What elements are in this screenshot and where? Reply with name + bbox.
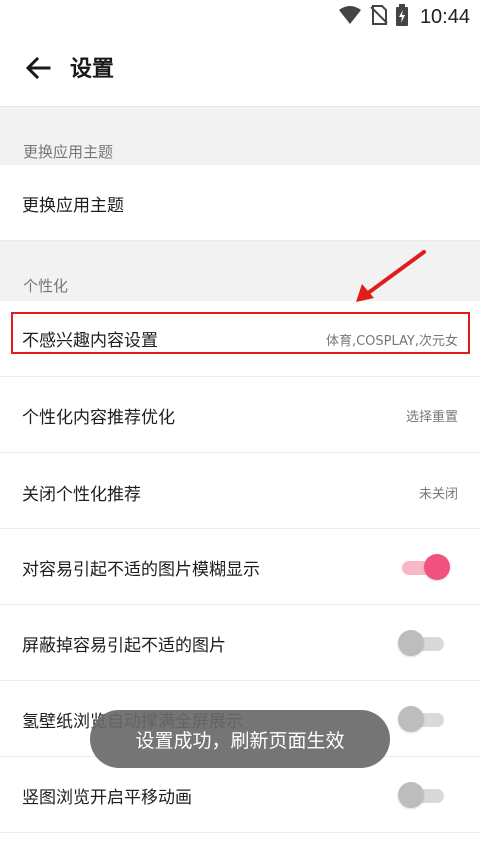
wifi-icon [338, 5, 362, 29]
section-header-theme: 更换应用主题 [0, 107, 480, 165]
row-label: 更换应用主题 [22, 196, 124, 216]
row-value: 未关闭 [418, 487, 458, 502]
row-label: 关闭个性化推荐 [22, 485, 141, 505]
section-header-label: 个性化 [23, 277, 69, 295]
app-bar: 设置 [0, 34, 480, 107]
row-label: 竖图浏览开启平移动画 [22, 788, 192, 808]
section-header-personalization: 个性化 [0, 241, 480, 301]
section-header-label: 更换应用主题 [23, 143, 114, 161]
row-value: 选择重置 [405, 410, 458, 425]
settings-row-close-personalization[interactable]: 关闭个性化推荐 未关闭 [0, 453, 480, 529]
status-time: 10:44 [419, 5, 470, 28]
settings-row-recommend-optimize[interactable]: 个性化内容推荐优化 选择重置 [0, 377, 480, 453]
row-label: 个性化内容推荐优化 [22, 408, 175, 428]
row-value: 体育,COSPLAY,次元女 [325, 334, 458, 349]
settings-row-blur-images[interactable]: 对容易引起不适的图片模糊显示 [0, 529, 480, 605]
status-icons: 10:44 [338, 4, 470, 30]
settings-row-partial [0, 833, 480, 853]
fullscreen-toggle[interactable] [398, 706, 444, 732]
settings-row-theme[interactable]: 更换应用主题 [0, 165, 480, 241]
row-label: 不感兴趣内容设置 [22, 331, 158, 351]
no-sim-icon [370, 5, 388, 29]
page-title: 设置 [70, 57, 115, 82]
hide-images-toggle[interactable] [398, 630, 444, 656]
battery-charging-icon [395, 4, 408, 30]
row-label: 屏蔽掉容易引起不适的图片 [22, 636, 226, 656]
row-label: 对容易引起不适的图片模糊显示 [22, 560, 260, 580]
settings-row-not-interested[interactable]: 不感兴趣内容设置 体育,COSPLAY,次元女 [0, 301, 480, 377]
toast-message: 设置成功，刷新页面生效 [90, 710, 390, 768]
settings-row-hide-images[interactable]: 屏蔽掉容易引起不适的图片 [0, 605, 480, 681]
status-bar: 10:44 [0, 0, 480, 34]
blur-images-toggle[interactable] [402, 554, 450, 580]
settings-row-pan-animation[interactable]: 竖图浏览开启平移动画 [0, 757, 480, 833]
back-button[interactable] [18, 52, 58, 88]
arrow-left-icon [25, 56, 51, 83]
pan-animation-toggle[interactable] [398, 782, 444, 808]
